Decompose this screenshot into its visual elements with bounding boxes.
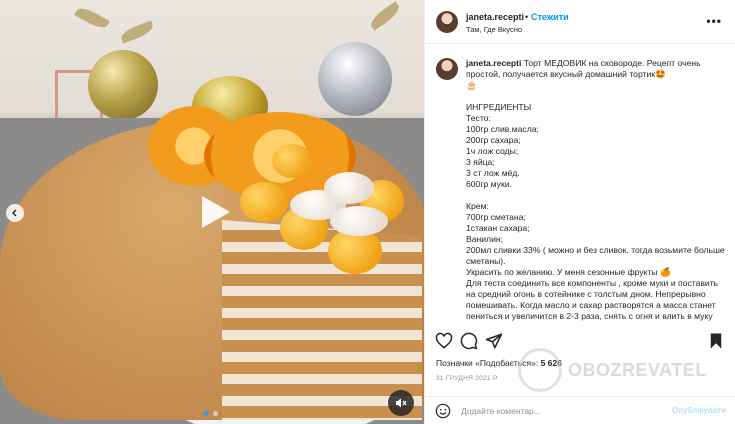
pine-branch — [74, 4, 110, 32]
play-icon[interactable] — [190, 190, 234, 234]
carousel-dot — [213, 411, 218, 416]
kumquat — [240, 182, 288, 222]
caption-username[interactable]: janeta.recepti — [466, 58, 521, 68]
follow-button[interactable]: Стежити — [531, 12, 569, 22]
carousel-dot — [204, 411, 209, 416]
heart-icon[interactable] — [435, 332, 453, 350]
avatar[interactable] — [436, 11, 458, 33]
post-location[interactable]: Там, Где Вкусно — [466, 25, 522, 34]
pine-branch — [118, 20, 156, 44]
more-horizontal-icon[interactable]: ••• — [706, 14, 722, 28]
meringue — [330, 206, 388, 236]
bookmark-icon[interactable] — [707, 332, 725, 350]
pine-branch — [367, 1, 403, 31]
watermark-text: OBOZREVATEL — [568, 359, 707, 380]
smiley-icon[interactable] — [435, 403, 451, 419]
post-media[interactable] — [0, 0, 424, 424]
comment-input[interactable] — [461, 403, 661, 419]
publish-button[interactable]: Опублікувати — [672, 406, 726, 415]
comment-bar: Опублікувати — [425, 396, 735, 424]
silver-ornament — [318, 42, 392, 116]
separator-dot: • — [525, 12, 529, 22]
kumquat — [272, 144, 312, 178]
comment-icon[interactable] — [460, 332, 478, 350]
avatar[interactable] — [436, 58, 458, 80]
chevron-left-icon[interactable] — [6, 204, 24, 222]
watermark-logo — [518, 348, 562, 392]
gold-ornament — [88, 50, 158, 120]
cake-layers — [222, 220, 422, 420]
meringue — [324, 172, 374, 204]
send-icon[interactable] — [485, 332, 503, 350]
post-header: janeta.recepti • Стежити Там, Где Вкусно… — [425, 0, 735, 44]
caption-body: Торт МЕДОВИК на сковороде. Рецепт очень … — [466, 58, 725, 321]
post-caption: janeta.recepti Торт МЕДОВИК на сковороде… — [425, 44, 735, 324]
carousel-indicator — [204, 411, 218, 416]
watermark: OBOZREVATEL — [518, 348, 707, 392]
post-date[interactable]: 31 ГРУДНЯ 2021 Р. — [436, 375, 498, 382]
caption-text: janeta.recepti Торт МЕДОВИК на сковороде… — [466, 58, 728, 322]
author-username[interactable]: janeta.recepti — [466, 12, 524, 22]
speaker-muted-icon[interactable] — [388, 390, 414, 416]
